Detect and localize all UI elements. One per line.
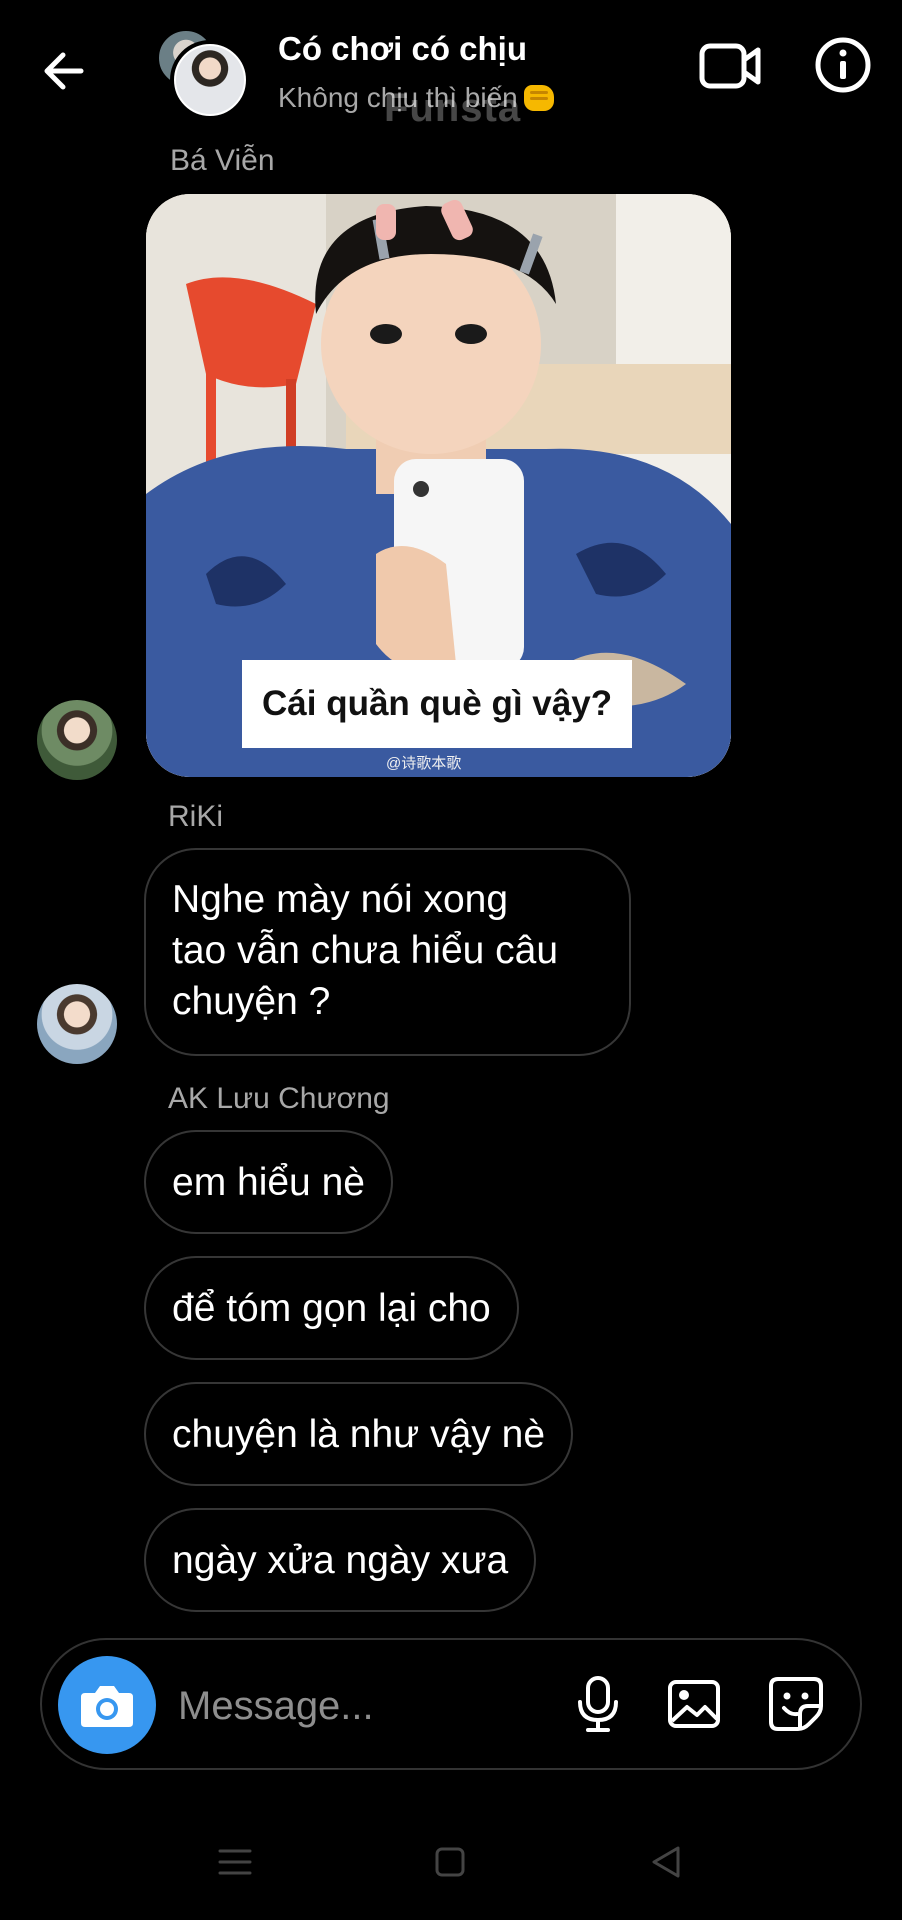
sender-name: Bá Viễn (170, 144, 275, 177)
watermark: Funsta (384, 86, 522, 130)
triangle-back-icon (652, 1846, 680, 1878)
home-square-icon (435, 1847, 465, 1877)
system-nav-bar (0, 1800, 902, 1920)
image-credit: @诗歌本歌 (386, 755, 462, 772)
image-message[interactable]: Cái quần què gì vậy? @诗歌本歌 (146, 194, 731, 777)
group-avatar-front (170, 40, 250, 120)
message-input[interactable] (176, 1670, 540, 1742)
arrow-left-icon (44, 52, 84, 90)
group-avatar[interactable] (156, 28, 250, 120)
nav-back-button[interactable] (636, 1832, 696, 1892)
sender-name: AK Lưu Chương (168, 1082, 390, 1115)
oncoming-fist-icon (523, 84, 554, 111)
info-button[interactable] (814, 36, 872, 94)
microphone-icon (578, 1676, 618, 1732)
info-icon (815, 37, 871, 93)
sticker-icon (769, 1677, 823, 1731)
menu-icon (218, 1849, 252, 1875)
video-call-button[interactable] (698, 38, 764, 94)
camera-icon (81, 1686, 133, 1727)
message-bubble[interactable]: Nghe mày nói xong tao vẫn chưa hiểu câu … (144, 848, 631, 1056)
voice-message-button[interactable] (568, 1674, 628, 1734)
nav-recents-button[interactable] (205, 1832, 265, 1892)
chat-title[interactable]: Có chơi có chịu (278, 30, 527, 68)
message-composer (40, 1638, 862, 1770)
video-camera-icon (699, 43, 761, 89)
nav-home-button[interactable] (420, 1832, 480, 1892)
image-icon (668, 1680, 720, 1728)
message-bubble[interactable]: chuyện là như vậy nè (144, 1382, 574, 1486)
gallery-button[interactable] (664, 1674, 724, 1734)
message-bubble[interactable]: ngày xửa ngày xưa (144, 1508, 537, 1612)
sticker-button[interactable] (766, 1674, 826, 1734)
message-bubble[interactable]: em hiểu nè (144, 1130, 393, 1234)
image-caption: Cái quần què gì vậy? (242, 660, 633, 748)
chat-header: Có chơi có chịu Không chịu thì biến Funs… (0, 0, 902, 140)
message-bubble[interactable]: để tóm gọn lại cho (144, 1256, 519, 1360)
avatar[interactable] (37, 984, 117, 1064)
avatar[interactable] (37, 700, 117, 780)
back-button[interactable] (36, 44, 90, 98)
sender-name: RiKi (168, 800, 224, 833)
camera-button[interactable] (58, 1656, 156, 1754)
